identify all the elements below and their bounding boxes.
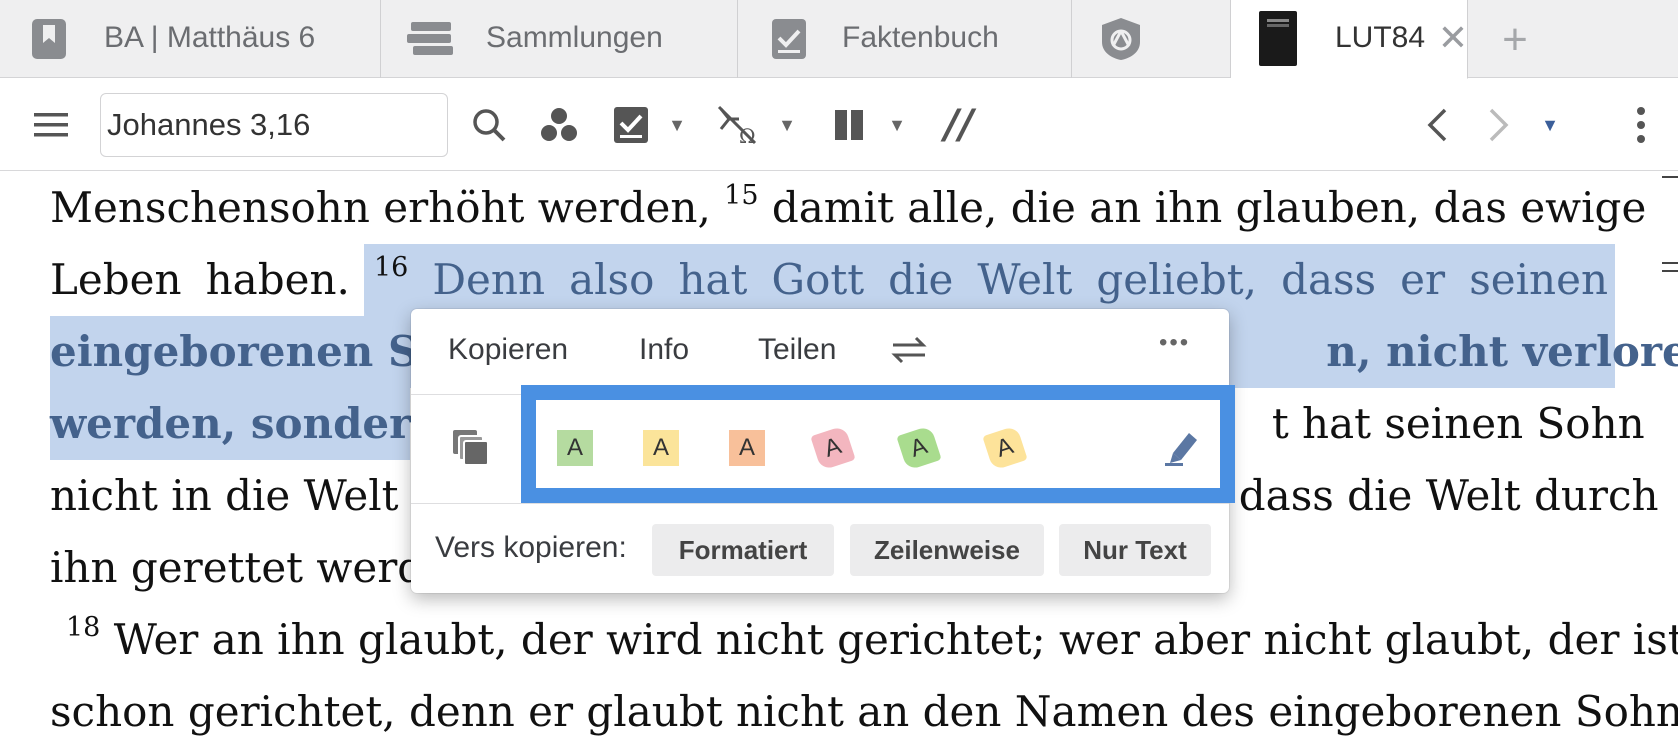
stack-icon: [405, 16, 453, 62]
text-line: Menschensohn erhöht werden, 15 damit all…: [50, 180, 1647, 232]
columns-icon[interactable]: [826, 97, 872, 153]
divider: [411, 503, 1229, 504]
verse-number[interactable]: 16: [374, 252, 408, 283]
highlight-green-button[interactable]: A: [557, 430, 593, 466]
bible-cover-icon: [1259, 11, 1297, 66]
back-icon[interactable]: [1414, 97, 1460, 153]
info-menu-item[interactable]: Info: [639, 333, 689, 367]
toolbar: ▼ Ω ▼ ▼ // ▼: [0, 79, 1678, 171]
add-tab-button[interactable]: +: [1492, 17, 1538, 63]
text-line: 18 Wer an ihn glaubt, der wird nicht ger…: [66, 612, 1678, 664]
highlight-yellow-button[interactable]: A: [643, 430, 679, 466]
text-line: Leben haben. 16 Denn also hat Gott die W…: [50, 252, 1608, 304]
parallel-button[interactable]: //: [936, 97, 982, 153]
tab-lut84[interactable]: LUT84 ✕: [1231, 0, 1468, 79]
svg-text:Ω: Ω: [739, 124, 756, 145]
visual-filters-icon[interactable]: [536, 97, 582, 153]
forward-icon[interactable]: [1476, 97, 1522, 153]
copy-formatted-button[interactable]: Formatiert: [652, 524, 834, 576]
copy-stack-icon[interactable]: [451, 428, 489, 471]
tab-label: Sammlungen: [486, 21, 663, 54]
chevron-down-icon[interactable]: ▼: [664, 97, 690, 153]
tab-logo[interactable]: [1072, 0, 1231, 78]
selection-popup: Kopieren Info Teilen ••• A A A A A A Ver…: [411, 309, 1235, 593]
tab-bar: BA | Matthäus 6 Sammlungen Faktenbuch LU…: [0, 0, 1678, 79]
menu-icon[interactable]: [28, 97, 74, 153]
chevron-down-icon[interactable]: ▼: [774, 97, 800, 153]
more-horizontal-icon[interactable]: •••: [1159, 329, 1190, 357]
copy-menu-item[interactable]: Kopieren: [448, 333, 568, 367]
tab-faktenbuch[interactable]: Faktenbuch: [738, 0, 1072, 78]
tab-label: BA | Matthäus 6: [104, 21, 316, 54]
copy-text-only-button[interactable]: Nur Text: [1059, 524, 1211, 576]
tab-label: Faktenbuch: [842, 21, 999, 54]
verse-number[interactable]: 18: [66, 612, 100, 643]
search-icon[interactable]: [466, 97, 512, 153]
close-icon[interactable]: ✕: [1433, 18, 1473, 58]
checkbook-icon: [766, 16, 812, 62]
tab-sammlungen[interactable]: Sammlungen: [381, 0, 738, 78]
reading-plan-icon[interactable]: [608, 97, 654, 153]
history-dropdown-icon[interactable]: ▼: [1536, 97, 1564, 153]
highlight-orange-button[interactable]: A: [729, 430, 765, 466]
tab-ba-matthaeus[interactable]: BA | Matthäus 6: [0, 0, 381, 78]
share-menu-item[interactable]: Teilen: [758, 333, 836, 367]
reference-input[interactable]: [100, 93, 448, 157]
more-vertical-icon[interactable]: [1624, 97, 1658, 153]
bookmark-icon: [26, 16, 72, 62]
chevron-down-icon[interactable]: ▼: [884, 97, 910, 153]
interlinear-icon[interactable]: Ω: [716, 97, 762, 153]
shield-logo-icon: [1098, 16, 1144, 62]
swap-icon[interactable]: [889, 335, 929, 373]
copy-verse-label: Vers kopieren:: [435, 531, 627, 564]
tab-label: LUT84: [1335, 21, 1426, 54]
copy-line-by-line-button[interactable]: Zeilenweise: [850, 524, 1044, 576]
highlight-focus-frame: [521, 385, 1235, 503]
highlighter-pen-icon[interactable]: [1163, 427, 1203, 472]
verse-number[interactable]: 15: [724, 180, 758, 211]
text-line: schon gerichtet, denn er glaubt nicht an…: [50, 687, 1678, 736]
